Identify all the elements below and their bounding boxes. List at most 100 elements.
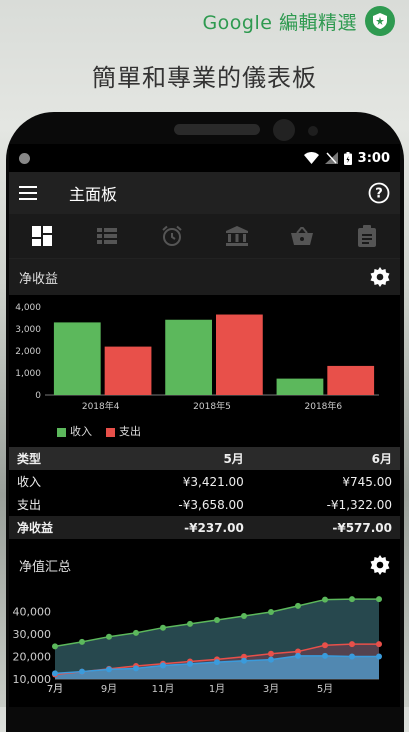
status-bar: 3:00 xyxy=(9,144,400,172)
data-point xyxy=(52,643,58,650)
table-cell-jun: -¥1,322.00 xyxy=(326,497,392,512)
help-icon[interactable]: ? xyxy=(368,182,390,204)
net-worth-chart: 10,000 20,000 30,000 40,000 7月 9月 11月 1月 3月 5月 7月 … xyxy=(9,583,400,707)
data-point xyxy=(268,650,274,657)
net-worth-header: 净值汇总 xyxy=(9,547,400,583)
alarm-icon xyxy=(162,225,182,246)
data-point xyxy=(187,620,193,627)
tab-budget[interactable] xyxy=(282,216,322,256)
data-point xyxy=(160,624,166,631)
menu-icon[interactable] xyxy=(19,186,37,200)
data-point xyxy=(241,613,247,619)
table-cell-label: 收入 xyxy=(17,475,42,489)
area-chart: 10,00020,00030,00040,0007月 9月 11月 1月 3月 5月7月 xyxy=(13,596,382,695)
phone-camera xyxy=(273,119,295,141)
x-tick-label: 11月 xyxy=(152,683,175,695)
data-point xyxy=(52,670,58,677)
tab-accounts[interactable] xyxy=(217,216,257,256)
table-total-may: -¥237.00 xyxy=(184,520,244,535)
phone-speaker xyxy=(174,124,260,135)
bar xyxy=(53,322,101,395)
legend-income-label: 收入 xyxy=(70,425,92,438)
data-point xyxy=(376,596,382,603)
x-tick-label: 7月 xyxy=(47,683,63,695)
table-total-jun: -¥577.00 xyxy=(332,520,392,535)
data-point xyxy=(295,602,301,609)
summary-table: 类型 5月 6月 收入 ¥3,421.00 ¥745.00 支出 -¥3,658… xyxy=(9,447,400,539)
data-point xyxy=(106,666,112,673)
x-tick-label: 2018年5 xyxy=(193,400,231,412)
data-point xyxy=(214,659,220,666)
status-time: 3:00 xyxy=(357,150,390,166)
x-tick-label: 5月 xyxy=(317,683,333,695)
x-tick-label: 3月 xyxy=(263,683,279,695)
data-point xyxy=(322,652,328,659)
data-point xyxy=(133,629,139,636)
bank-icon xyxy=(226,226,249,246)
wifi-icon xyxy=(303,152,319,164)
tab-bar xyxy=(9,214,400,259)
gear-icon[interactable] xyxy=(370,555,390,575)
dashboard-icon xyxy=(31,226,52,246)
data-point xyxy=(268,608,274,615)
gear-icon[interactable] xyxy=(370,267,390,287)
shield-icon xyxy=(365,6,395,36)
table-total-row: 净收益 -¥237.00 -¥577.00 xyxy=(9,516,400,539)
net-income-legend: 收入 支出 xyxy=(9,421,400,439)
tab-dashboard[interactable] xyxy=(22,216,62,256)
phone-screen: 3:00 主面板 ? 净收益 0 1,000 2,000 3,000 4,000 2 xyxy=(9,144,400,707)
editors-choice-text: Google 編輯精選 xyxy=(202,11,357,34)
app-title: 主面板 xyxy=(69,185,118,204)
table-total-label: 净收益 xyxy=(17,521,54,535)
y-tick-label: 30,000 xyxy=(13,628,52,641)
editors-choice-badge: Google 編輯精選 xyxy=(202,6,395,36)
table-cell-may: ¥3,421.00 xyxy=(182,474,244,489)
x-tick-label: 1月 xyxy=(209,683,225,695)
y-tick-label: 3,000 xyxy=(15,325,41,335)
table-cell-may: -¥3,658.00 xyxy=(178,497,244,512)
y-tick-label: 40,000 xyxy=(13,606,52,619)
x-tick-label: 9月 xyxy=(101,683,117,695)
tab-reminders[interactable] xyxy=(152,216,192,256)
data-point xyxy=(322,642,328,649)
data-point xyxy=(241,657,247,664)
clipboard-icon xyxy=(358,225,377,247)
x-tick-label: 2018年6 xyxy=(305,400,343,412)
bar xyxy=(216,314,263,395)
y-tick-label: 1,000 xyxy=(15,369,41,379)
data-point xyxy=(133,665,139,672)
net-income-chart: 0 1,000 2,000 3,000 4,000 2018年4 2018年5 2018年6 … xyxy=(9,295,400,439)
net-income-title: 净收益 xyxy=(19,271,59,287)
data-point xyxy=(187,660,193,667)
tab-list[interactable] xyxy=(87,216,127,256)
promo-headline: 簡單和專業的儀表板 xyxy=(92,64,317,92)
table-row: 支出 -¥3,658.00 -¥1,322.00 xyxy=(9,493,400,516)
legend-income: 收入 xyxy=(57,423,92,439)
data-point xyxy=(79,668,85,675)
table-header-type: 类型 xyxy=(17,452,42,466)
data-point xyxy=(376,653,382,660)
tab-reports[interactable] xyxy=(347,216,387,256)
data-point xyxy=(322,596,328,603)
data-point xyxy=(160,662,166,669)
legend-expense: 支出 xyxy=(106,423,141,439)
bar xyxy=(104,346,152,395)
table-cell-label: 支出 xyxy=(17,498,42,512)
bar xyxy=(276,378,324,395)
y-tick-label: 2,000 xyxy=(15,347,41,357)
data-point xyxy=(214,617,220,624)
battery-icon xyxy=(343,151,352,165)
table-cell-jun: ¥745.00 xyxy=(342,474,392,489)
y-tick-label: 4,000 xyxy=(15,303,41,313)
app-bar: 主面板 ? xyxy=(9,172,400,214)
x-tick-label: 2018年4 xyxy=(82,400,120,412)
notification-dot-icon xyxy=(19,152,30,164)
net-worth-legend: 资产 负债 净值 xyxy=(9,703,400,707)
net-income-header: 净收益 xyxy=(9,259,400,295)
signal-icon xyxy=(324,152,338,164)
bar xyxy=(165,319,212,395)
basket-icon xyxy=(291,227,314,245)
net-worth-title: 净值汇总 xyxy=(19,559,72,575)
table-row: 收入 ¥3,421.00 ¥745.00 xyxy=(9,470,400,493)
y-tick-label: 20,000 xyxy=(13,651,52,664)
